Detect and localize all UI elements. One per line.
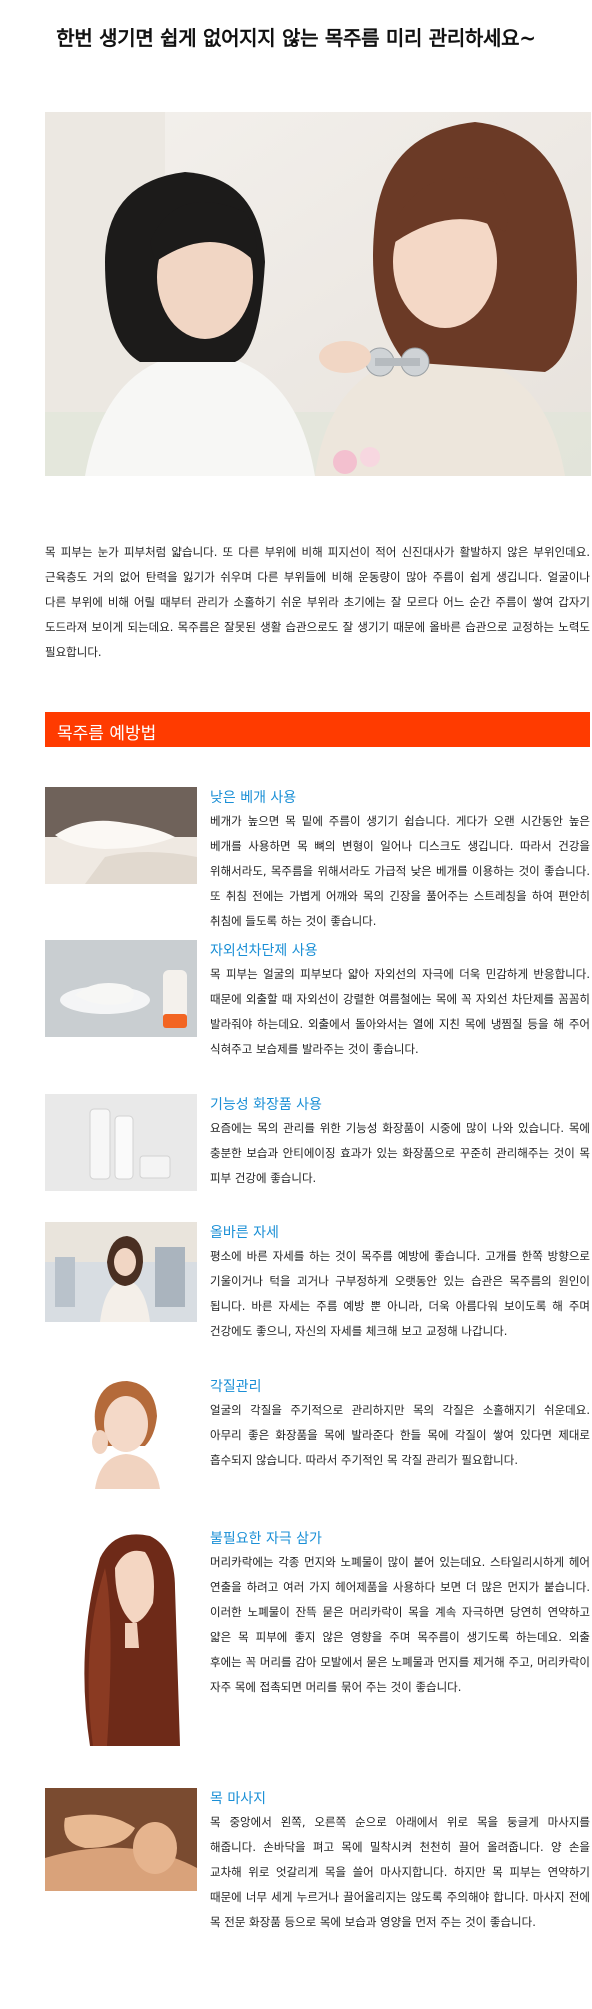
tip-text: 평소에 바른 자세를 하는 것이 목주름 예방에 좋습니다. 고개를 한쪽 방향… [210, 1249, 590, 1338]
page-title: 한번 생기면 쉽게 없어지지 않는 목주름 미리 관리하세요~ [56, 26, 536, 50]
tip-heading: 목 마사지 [210, 1791, 266, 1807]
tip-heading: 낮은 베개 사용 [210, 790, 297, 806]
tip-text: 얼굴의 각질을 주기적으로 관리하지만 목의 각질은 소홀해지기 쉬운데요. 아… [210, 1403, 590, 1467]
tip-text: 요즘에는 목의 관리를 위한 기능성 화장품이 시중에 많이 나와 있습니다. … [210, 1121, 590, 1185]
tip-text: 머리카락에는 각종 먼지와 노폐물이 많이 붙어 있는데요. 스타일리시하게 헤… [210, 1555, 590, 1694]
tip-heading: 기능성 화장품 사용 [210, 1097, 322, 1113]
section-title: 목주름 예방법 [57, 724, 157, 744]
sunscreen-tube-photo [45, 940, 197, 1037]
section-banner: 목주름 예방법 [45, 712, 590, 747]
tip-text: 베개가 높으면 목 밑에 주름이 생기기 쉽습니다. 게다가 오랜 시간동안 높… [210, 814, 590, 928]
cosmetic-bottles-photo [45, 1094, 197, 1191]
tip-heading: 자외선차단제 사용 [210, 943, 318, 959]
tip-heading: 올바른 자세 [210, 1225, 279, 1241]
long-hair-woman-photo [45, 1528, 197, 1746]
tip-heading: 각질관리 [210, 1379, 262, 1395]
woman-posture-photo [45, 1222, 197, 1322]
tip-heading: 불필요한 자극 삼가 [210, 1531, 322, 1547]
neck-massage-photo [45, 1788, 197, 1891]
tip-text: 목 중앙에서 왼쪽, 오른쪽 순으로 아래에서 위로 목을 둥글게 마사지를 해… [210, 1815, 590, 1929]
woman-skincare-photo [45, 1376, 197, 1489]
hero-photo [45, 112, 591, 476]
tip-text: 목 피부는 얼굴의 피부보다 얇아 자외선의 자극에 더욱 민감하게 반응합니다… [210, 967, 590, 1056]
intro-paragraph: 목 피부는 눈가 피부처럼 얇습니다. 또 다른 부위에 비해 피지선이 적어 … [45, 544, 590, 659]
pillow-bed-photo [45, 787, 197, 884]
